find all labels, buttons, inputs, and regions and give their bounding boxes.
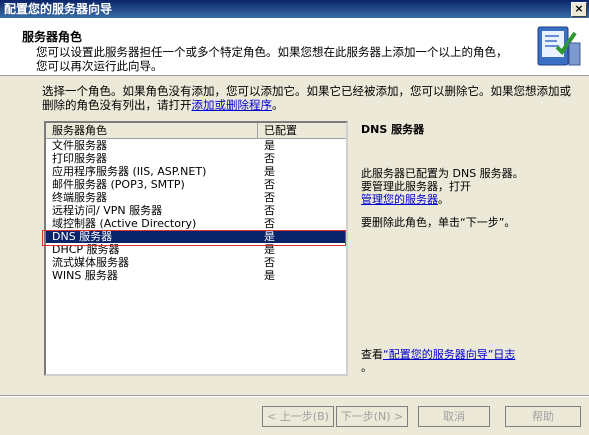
help-button[interactable]: 帮助 [505, 406, 581, 427]
detail-line2: 要管理此服务器，打开 [361, 180, 471, 193]
role-name: 打印服务器 [52, 152, 107, 165]
role-configured: 否 [264, 191, 275, 204]
list-item[interactable]: 打印服务器 否 [46, 152, 346, 165]
role-name: DNS 服务器 [52, 230, 113, 243]
page-subtitle: 您可以设置此服务器担任一个或多个特定角色。如果您想在此服务器上添加一个以上的角色… [36, 45, 508, 73]
role-configured: 是 [264, 269, 275, 282]
intro-text: 选择一个角色。如果角色没有添加，您可以添加它。如果它已经被添加，您可以删除它。如… [42, 84, 582, 112]
intro-end: 。 [272, 98, 284, 112]
role-name: 邮件服务器 (POP3, SMTP) [52, 178, 185, 191]
list-item[interactable]: 域控制器 (Active Directory) 否 [46, 217, 346, 230]
role-name: 终端服务器 [52, 191, 107, 204]
role-configured: 否 [264, 152, 275, 165]
add-remove-programs-link[interactable]: 添加或删除程序 [192, 98, 273, 112]
wizard-log-link[interactable]: “配置您的服务器向导”日志 [383, 348, 515, 361]
column-header-configured[interactable]: 已配置 [258, 123, 346, 138]
role-name: 文件服务器 [52, 139, 107, 152]
title-bar: 配置您的服务器向导 × [0, 0, 589, 18]
log-prefix: 查看 [361, 348, 383, 361]
page-title: 服务器角色 [22, 30, 83, 44]
role-configured: 是 [264, 139, 275, 152]
role-configured: 否 [264, 217, 275, 230]
role-name: DHCP 服务器 [52, 243, 120, 256]
window-title: 配置您的服务器向导 [4, 2, 113, 16]
role-name: 远程访问/ VPN 服务器 [52, 204, 163, 217]
remove-instruction: 要删除此角色，单击“下一步”。 [361, 216, 516, 229]
server-config-icon [535, 21, 583, 69]
list-item[interactable]: 流式媒体服务器 否 [46, 256, 346, 269]
log-suffix: 。 [361, 361, 372, 374]
role-name: 流式媒体服务器 [52, 256, 129, 269]
detail-title: DNS 服务器 [361, 123, 425, 136]
role-configured: 是 [264, 243, 275, 256]
detail-description: 此服务器已配置为 DNS 服务器。 要管理此服务器，打开 管理您的服务器。 [361, 167, 576, 206]
back-button[interactable]: < 上一步(B) [262, 406, 334, 427]
log-line: 查看“配置您的服务器向导”日志 。 [361, 348, 576, 374]
list-header: 服务器角色 已配置 [46, 123, 346, 139]
role-name: 应用程序服务器 (IIS, ASP.NET) [52, 165, 207, 178]
detail-line1: 此服务器已配置为 DNS 服务器。 [361, 167, 524, 180]
cancel-button[interactable]: 取消 [418, 406, 490, 427]
next-button[interactable]: 下一步(N) > [336, 406, 408, 427]
list-item[interactable]: 文件服务器 是 [46, 139, 346, 152]
wizard-header: 服务器角色 您可以设置此服务器担任一个或多个特定角色。如果您想在此服务器上添加一… [0, 18, 589, 76]
list-item[interactable]: 邮件服务器 (POP3, SMTP) 否 [46, 178, 346, 191]
footer-separator [0, 395, 589, 397]
manage-server-link[interactable]: 管理您的服务器 [361, 193, 438, 206]
role-configured: 否 [264, 204, 275, 217]
server-role-list[interactable]: 服务器角色 已配置 文件服务器是 打印服务器否 应用程序服务器 (IIS, AS… [44, 121, 348, 376]
detail-line3: 。 [438, 193, 449, 206]
role-configured: 是 [264, 230, 275, 243]
list-item[interactable]: WINS 服务器 是 [46, 269, 346, 282]
list-item[interactable]: 应用程序服务器 (IIS, ASP.NET) 是 [46, 165, 346, 178]
list-item[interactable]: DHCP 服务器 是 [46, 243, 346, 256]
list-item[interactable]: 远程访问/ VPN 服务器 否 [46, 204, 346, 217]
role-name: 域控制器 (Active Directory) [52, 217, 197, 230]
intro-body: 选择一个角色。如果角色没有添加，您可以添加它。如果它已经被添加，您可以删除它。如… [42, 84, 571, 112]
list-item[interactable]: 终端服务器 否 [46, 191, 346, 204]
close-button[interactable]: × [571, 2, 587, 17]
column-header-role[interactable]: 服务器角色 [46, 123, 258, 138]
role-configured: 是 [264, 165, 275, 178]
list-item-selected[interactable]: DNS 服务器 是 [46, 230, 346, 243]
role-configured: 否 [264, 178, 275, 191]
role-name: WINS 服务器 [52, 269, 118, 282]
role-configured: 否 [264, 256, 275, 269]
